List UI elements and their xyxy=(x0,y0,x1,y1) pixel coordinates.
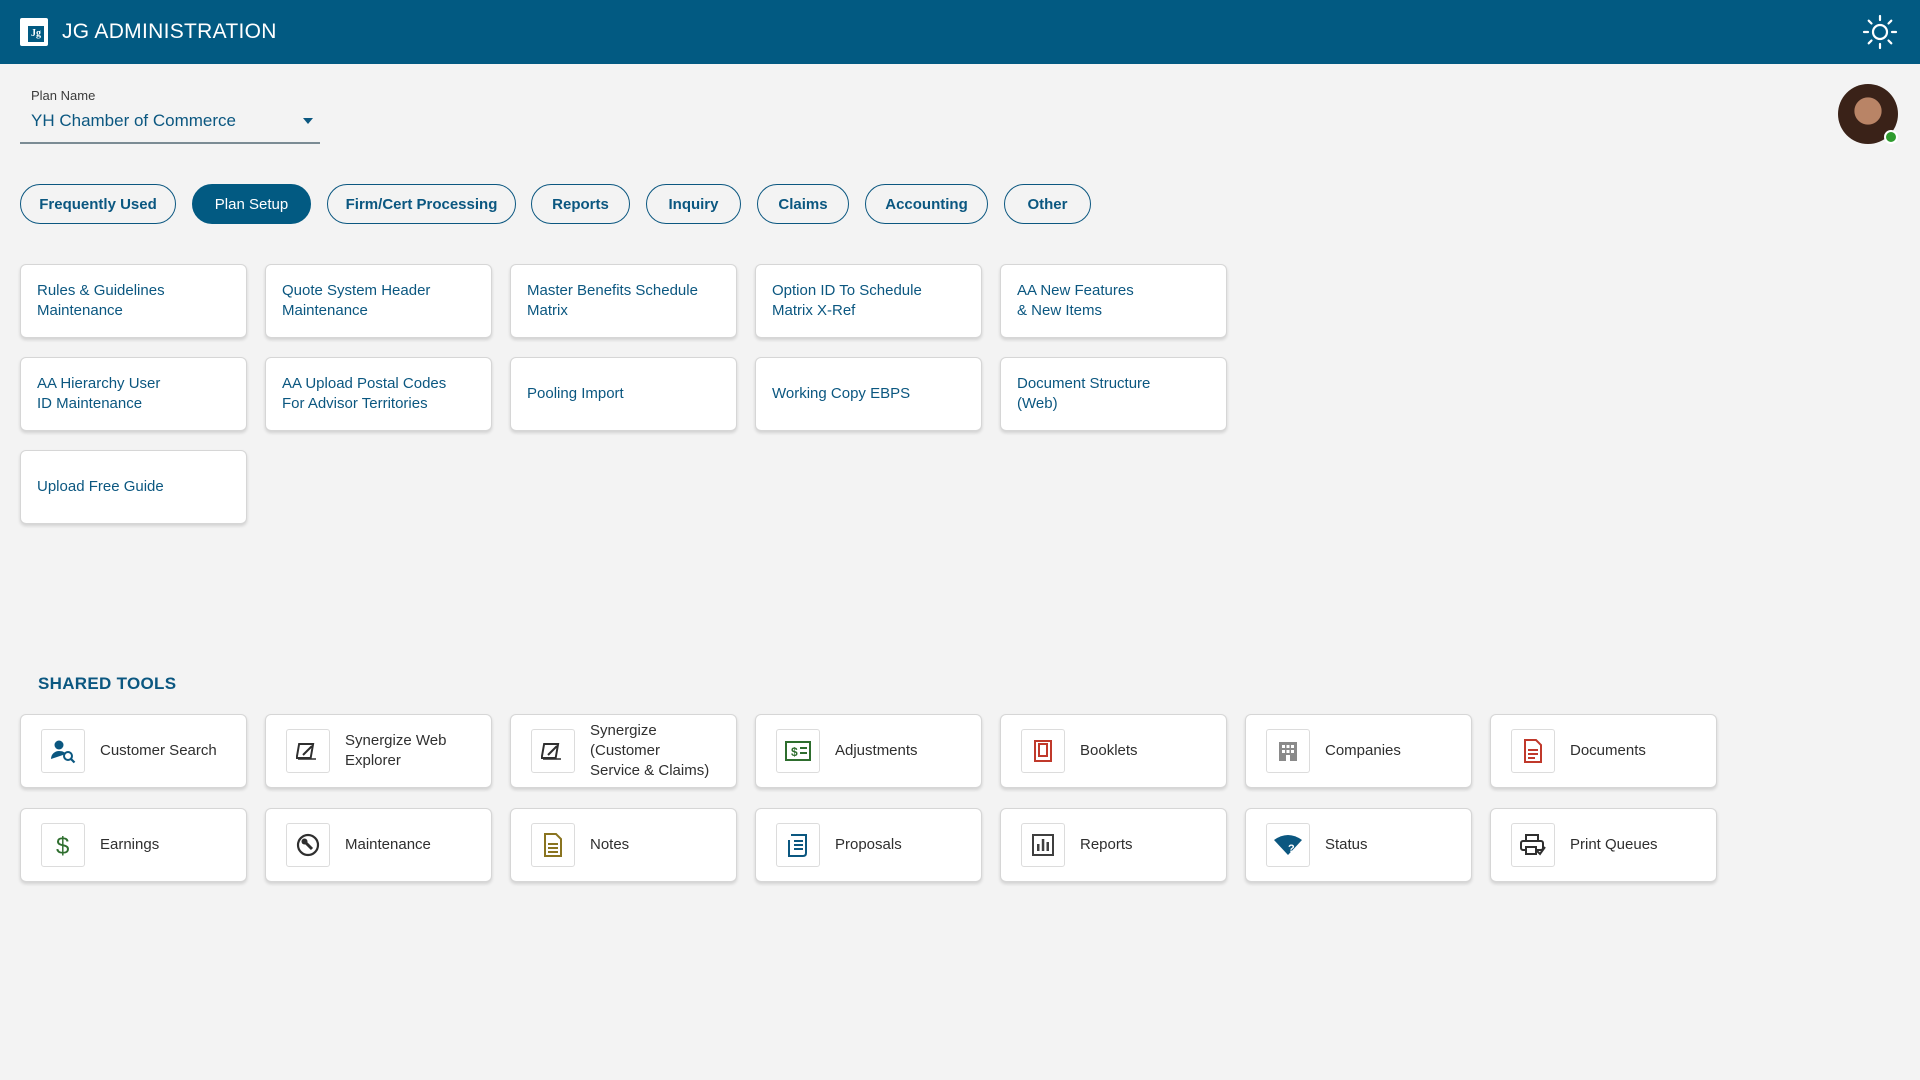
proposal-icon xyxy=(776,823,820,867)
tool-label: Booklets xyxy=(1080,742,1138,759)
tool-label: Print Queues xyxy=(1570,836,1658,853)
tool-label: Earnings xyxy=(100,836,160,853)
tool-maintenance[interactable]: Maintenance xyxy=(265,808,492,882)
wrench-icon xyxy=(286,823,330,867)
card-aa-new-features[interactable]: AA New Features & New Items xyxy=(1000,264,1227,338)
card-aa-upload-postal-codes[interactable]: AA Upload Postal Codes For Advisor Terri… xyxy=(265,357,492,431)
customer-search-icon xyxy=(41,729,85,773)
tab-inquiry[interactable]: Inquiry xyxy=(646,184,741,224)
online-status-dot xyxy=(1884,130,1898,144)
card-rules-guidelines[interactable]: Rules & Guidelines Maintenance xyxy=(20,264,247,338)
tab-frequently-used[interactable]: Frequently Used xyxy=(20,184,176,224)
tab-plan-setup[interactable]: Plan Setup xyxy=(192,184,311,224)
bar-chart-icon xyxy=(1021,823,1065,867)
tool-label: Reports xyxy=(1080,836,1133,853)
print-icon xyxy=(1511,823,1555,867)
card-quote-system-header[interactable]: Quote System Header Maintenance xyxy=(265,264,492,338)
sun-icon[interactable] xyxy=(1862,14,1898,50)
top-bar: Jg JG ADMINISTRATION xyxy=(0,0,1920,64)
tool-label: Customer Search xyxy=(100,742,217,759)
synergize-icon xyxy=(531,729,575,773)
plan-name-label: Plan Name xyxy=(31,88,96,103)
adjustments-icon: $ xyxy=(776,729,820,773)
caret-down-icon[interactable] xyxy=(303,118,313,124)
tab-firm-cert-processing[interactable]: Firm/Cert Processing xyxy=(327,184,516,224)
tool-notes[interactable]: Notes xyxy=(510,808,737,882)
card-aa-hierarchy-user[interactable]: AA Hierarchy User ID Maintenance xyxy=(20,357,247,431)
svg-text:$: $ xyxy=(791,745,798,759)
tool-label: Maintenance xyxy=(345,836,431,853)
svg-text:?: ? xyxy=(1288,843,1295,855)
card-master-benefits-schedule[interactable]: Master Benefits Schedule Matrix xyxy=(510,264,737,338)
dollar-icon: $ xyxy=(41,823,85,867)
tool-reports[interactable]: Reports xyxy=(1000,808,1227,882)
tool-label: Proposals xyxy=(835,836,902,853)
tool-booklets[interactable]: Booklets xyxy=(1000,714,1227,788)
synergize-icon xyxy=(286,729,330,773)
svg-text:$: $ xyxy=(56,833,69,859)
tool-synergize-web-explorer[interactable]: Synergize Web Explorer xyxy=(265,714,492,788)
tab-accounting[interactable]: Accounting xyxy=(865,184,988,224)
jg-logo: Jg xyxy=(20,18,48,46)
status-icon: ? xyxy=(1266,823,1310,867)
logo-text: Jg xyxy=(28,26,44,42)
user-avatar[interactable] xyxy=(1838,84,1898,144)
tool-companies[interactable]: Companies xyxy=(1245,714,1472,788)
tool-documents[interactable]: Documents xyxy=(1490,714,1717,788)
notes-icon xyxy=(531,823,575,867)
tool-label: Synergize (Customer Service & Claims) xyxy=(590,722,710,779)
app-title: JG ADMINISTRATION xyxy=(62,20,277,43)
tool-adjustments[interactable]: $ Adjustments xyxy=(755,714,982,788)
tab-reports[interactable]: Reports xyxy=(531,184,630,224)
tool-customer-search[interactable]: Customer Search xyxy=(20,714,247,788)
booklet-icon xyxy=(1021,729,1065,773)
card-working-copy-ebps[interactable]: Working Copy EBPS xyxy=(755,357,982,431)
tool-earnings[interactable]: $ Earnings xyxy=(20,808,247,882)
card-pooling-import[interactable]: Pooling Import xyxy=(510,357,737,431)
tool-status[interactable]: ? Status xyxy=(1245,808,1472,882)
tool-label: Companies xyxy=(1325,742,1401,759)
tool-label: Adjustments xyxy=(835,742,918,759)
tool-label: Synergize Web Explorer xyxy=(345,732,447,769)
tool-label: Status xyxy=(1325,836,1368,853)
shared-tools-heading: SHARED TOOLS xyxy=(38,674,177,693)
card-upload-free-guide[interactable]: Upload Free Guide xyxy=(20,450,247,524)
tool-label: Documents xyxy=(1570,742,1646,759)
card-option-id-schedule[interactable]: Option ID To Schedule Matrix X-Ref xyxy=(755,264,982,338)
tool-synergize-customer-service[interactable]: Synergize (Customer Service & Claims) xyxy=(510,714,737,788)
tab-other[interactable]: Other xyxy=(1004,184,1091,224)
plan-name-value: YH Chamber of Commerce xyxy=(31,111,237,130)
card-document-structure[interactable]: Document Structure (Web) xyxy=(1000,357,1227,431)
document-icon xyxy=(1511,729,1555,773)
tab-claims[interactable]: Claims xyxy=(757,184,849,224)
building-icon xyxy=(1266,729,1310,773)
tool-proposals[interactable]: Proposals xyxy=(755,808,982,882)
tool-label: Notes xyxy=(590,836,630,853)
plan-name-select[interactable]: Plan Name YH Chamber of Commerce xyxy=(20,82,320,144)
tool-print-queues[interactable]: Print Queues xyxy=(1490,808,1717,882)
